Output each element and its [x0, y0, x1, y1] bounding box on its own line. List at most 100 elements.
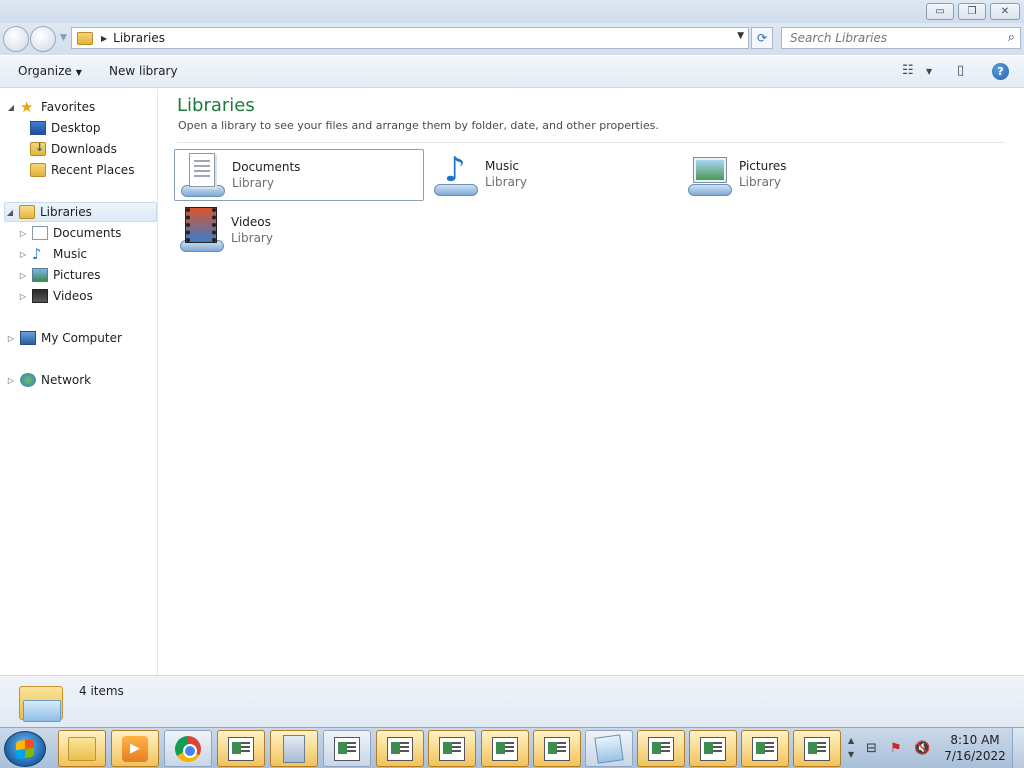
library-kind: Library	[232, 176, 274, 190]
library-tile-documents[interactable]: Documents Library	[174, 149, 424, 201]
restore-button[interactable]: ❐	[958, 3, 986, 20]
tree-libraries[interactable]: ◢ Libraries	[4, 202, 157, 222]
tree-item-desktop[interactable]: Desktop	[30, 118, 101, 138]
taskbar-notepad[interactable]	[585, 730, 633, 767]
app-window-icon	[544, 736, 570, 761]
library-kind: Library	[231, 231, 273, 245]
change-view-icon[interactable]: ☷	[902, 63, 914, 78]
recent-places-icon	[30, 163, 46, 177]
breadcrumb-arrow-icon[interactable]: ▶	[101, 34, 107, 43]
tree-item-label: Desktop	[51, 121, 101, 135]
taskbar-media-player[interactable]: ▶	[111, 730, 159, 767]
tree-item-label: Videos	[53, 289, 93, 303]
organize-menu[interactable]: Organize ▼	[18, 64, 82, 78]
taskbar-app-window[interactable]	[323, 730, 371, 767]
tree-network[interactable]: ▷ Network	[6, 370, 91, 390]
taskbar-app-window[interactable]	[376, 730, 424, 767]
address-history-dropdown-icon[interactable]: ▼	[737, 31, 744, 41]
app-window-icon	[387, 736, 413, 761]
network-status-icon[interactable]: ⊟	[866, 741, 877, 756]
tree-item-documents[interactable]: ▷ Documents	[18, 223, 121, 243]
system-tray: ⊟ ⚑ 🔇	[862, 730, 940, 767]
view-options-dropdown-icon[interactable]: ▼	[926, 67, 932, 76]
title-bar: ▭ ❐ ✕	[0, 0, 1024, 23]
tree-item-downloads[interactable]: Downloads	[30, 139, 117, 159]
tree-favorites-label: Favorites	[41, 100, 96, 114]
tree-item-label: Downloads	[51, 142, 117, 156]
tree-item-pictures[interactable]: ▷ Pictures	[18, 265, 101, 285]
taskbar-explorer[interactable]	[58, 730, 106, 767]
taskbar-app-window[interactable]	[689, 730, 737, 767]
tree-item-label: Network	[41, 373, 92, 387]
app-window-icon	[228, 736, 254, 761]
navigation-row: ▼ ▶ Libraries ▼ ⟳ ⌕	[0, 23, 1024, 55]
taskbar-chrome[interactable]	[164, 730, 212, 767]
content-pane: Libraries Open a library to see your fil…	[159, 89, 1024, 675]
expand-arrow-icon[interactable]: ▷	[18, 229, 28, 238]
recent-pages-dropdown-icon[interactable]: ▼	[60, 33, 67, 43]
pictures-library-icon	[686, 152, 732, 198]
preview-pane-icon[interactable]: ▯	[957, 63, 964, 78]
library-name: Documents	[232, 160, 301, 174]
tree-item-label: Documents	[53, 226, 122, 240]
chevron-down-icon: ▼	[75, 68, 82, 77]
search-input[interactable]	[782, 28, 992, 48]
start-button[interactable]	[4, 731, 46, 767]
taskbar-app-window[interactable]	[533, 730, 581, 767]
app-window-icon	[752, 736, 778, 761]
close-button[interactable]: ✕	[990, 3, 1020, 20]
network-icon	[20, 373, 36, 387]
app-window-icon	[492, 736, 518, 761]
taskbar-app-window[interactable]	[428, 730, 476, 767]
volume-muted-icon[interactable]: 🔇	[914, 741, 930, 756]
videos-library-icon	[178, 207, 224, 254]
taskbar-app-window[interactable]	[637, 730, 685, 767]
divider	[177, 142, 1005, 143]
new-library-button[interactable]: New library	[109, 64, 178, 78]
library-tile-videos[interactable]: Videos Library	[174, 205, 424, 257]
expand-arrow-icon[interactable]: ▷	[18, 271, 28, 280]
command-bar: Organize ▼ New library ☷ ▼ ▯	[0, 56, 1024, 88]
back-button[interactable]	[3, 26, 29, 52]
library-tile-music[interactable]: ♪ Music Library	[428, 149, 678, 201]
forward-button[interactable]	[30, 26, 56, 52]
breadcrumb-libraries[interactable]: Libraries	[113, 31, 165, 45]
expand-arrow-icon[interactable]: ▷	[18, 250, 28, 259]
organize-label: Organize	[18, 64, 72, 78]
search-box[interactable]: ⌕	[781, 27, 1021, 49]
libraries-folder-icon	[77, 31, 93, 45]
collapse-arrow-icon[interactable]: ◢	[6, 103, 16, 112]
tree-item-label: Music	[53, 247, 88, 261]
tree-item-music[interactable]: ▷ ♪ Music	[18, 244, 87, 264]
clock[interactable]: 8:10 AM 7/16/2022	[940, 732, 1010, 764]
star-icon: ★	[20, 98, 34, 116]
media-player-icon: ▶	[122, 735, 148, 762]
minimize-button[interactable]: ▭	[926, 3, 954, 20]
taskbar-app-window[interactable]	[481, 730, 529, 767]
tree-item-videos[interactable]: ▷ Videos	[18, 286, 93, 306]
action-center-flag-icon[interactable]: ⚑	[890, 741, 902, 756]
expand-arrow-icon[interactable]: ▷	[6, 334, 16, 343]
collapse-arrow-icon[interactable]: ◢	[5, 208, 15, 217]
tree-favorites[interactable]: ◢ ★ Favorites	[6, 97, 95, 117]
taskbar-app-window[interactable]	[217, 730, 265, 767]
taskbar-app-window[interactable]	[793, 730, 841, 767]
show-desktop-button[interactable]	[1012, 728, 1024, 768]
desktop-icon	[30, 121, 46, 135]
taskbar-scroll-arrows-icon[interactable]: ▲ ▼	[848, 734, 854, 762]
help-icon[interactable]: ?	[992, 63, 1009, 80]
tree-item-recent-places[interactable]: Recent Places	[30, 160, 134, 180]
taskbar-calculator[interactable]	[270, 730, 318, 767]
tree-item-label: Pictures	[53, 268, 101, 282]
expand-arrow-icon[interactable]: ▷	[6, 376, 16, 385]
address-bar[interactable]: ▶ Libraries ▼	[71, 27, 749, 49]
library-name: Videos	[231, 215, 271, 229]
refresh-button[interactable]: ⟳	[751, 27, 773, 49]
library-kind: Library	[485, 175, 527, 189]
taskbar-app-window[interactable]	[741, 730, 789, 767]
expand-arrow-icon[interactable]: ▷	[18, 292, 28, 301]
libraries-icon	[19, 205, 35, 219]
search-icon[interactable]: ⌕	[1008, 30, 1015, 45]
library-tile-pictures[interactable]: Pictures Library	[682, 149, 932, 201]
tree-my-computer[interactable]: ▷ My Computer	[6, 328, 122, 348]
